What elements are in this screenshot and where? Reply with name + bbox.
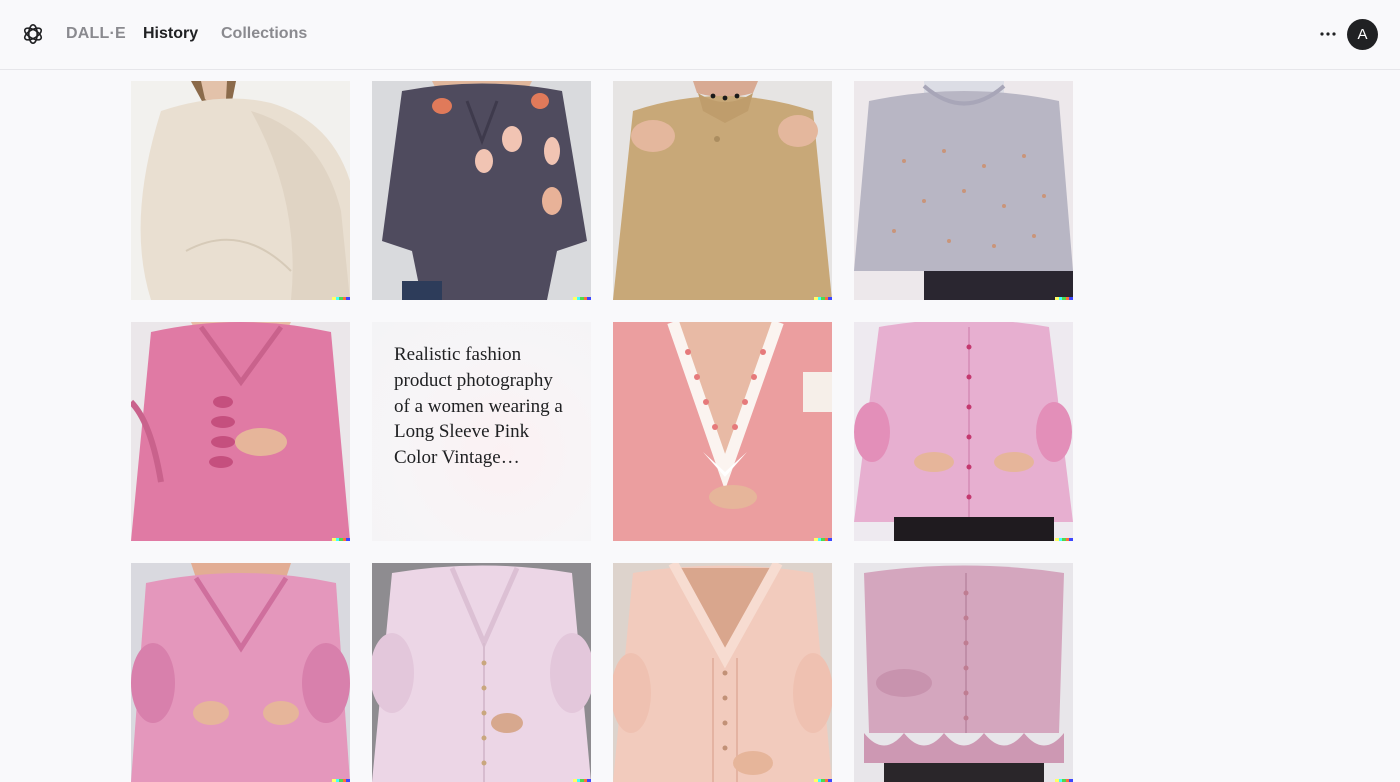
image-tan-collared-top: [613, 81, 832, 300]
image-peach-vintage-blouse: [613, 563, 832, 782]
watermark: [1055, 297, 1073, 300]
image-tile[interactable]: [131, 81, 350, 300]
image-mauve-peplum-blouse: [854, 563, 1073, 782]
user-avatar[interactable]: A: [1347, 19, 1378, 50]
image-tile[interactable]: [372, 563, 591, 782]
image-tile[interactable]: [854, 81, 1073, 300]
image-tile[interactable]: [613, 322, 832, 541]
image-tile[interactable]: [613, 563, 832, 782]
image-cream-sweater: [131, 81, 350, 300]
image-tile[interactable]: [854, 563, 1073, 782]
prompt-tile[interactable]: Realistic fashion product photography of…: [372, 322, 591, 541]
nav-dalle-brand[interactable]: DALL·E: [66, 24, 126, 44]
watermark: [573, 297, 591, 300]
nav-tab-history[interactable]: History: [143, 24, 198, 44]
image-tile[interactable]: [854, 322, 1073, 541]
history-image-grid: Realistic fashion product photography of…: [131, 81, 1073, 782]
image-tile[interactable]: [613, 81, 832, 300]
ellipsis-icon[interactable]: [1314, 22, 1342, 46]
watermark: [1055, 538, 1073, 541]
nav-tab-collections[interactable]: Collections: [221, 24, 307, 44]
image-charcoal-blouse-floral: [372, 81, 591, 300]
image-tile[interactable]: [131, 563, 350, 782]
top-navigation-bar: DALL·E History Collections A: [0, 0, 1400, 70]
image-light-pink-buttoned-blouse: [372, 563, 591, 782]
image-pink-ruffle-blouse: [131, 322, 350, 541]
watermark: [814, 297, 832, 300]
image-tile[interactable]: [131, 322, 350, 541]
image-pink-button-blouse: [131, 563, 350, 782]
watermark: [332, 538, 350, 541]
watermark: [332, 297, 350, 300]
image-tile[interactable]: [372, 81, 591, 300]
image-grey-dotted-sweater: [854, 81, 1073, 300]
prompt-text: Realistic fashion product photography of…: [394, 344, 563, 469]
openai-logo-icon[interactable]: [21, 22, 45, 46]
watermark: [814, 538, 832, 541]
image-pink-deep-v-blouse: [613, 322, 832, 541]
image-pink-satin-blouse: [854, 322, 1073, 541]
